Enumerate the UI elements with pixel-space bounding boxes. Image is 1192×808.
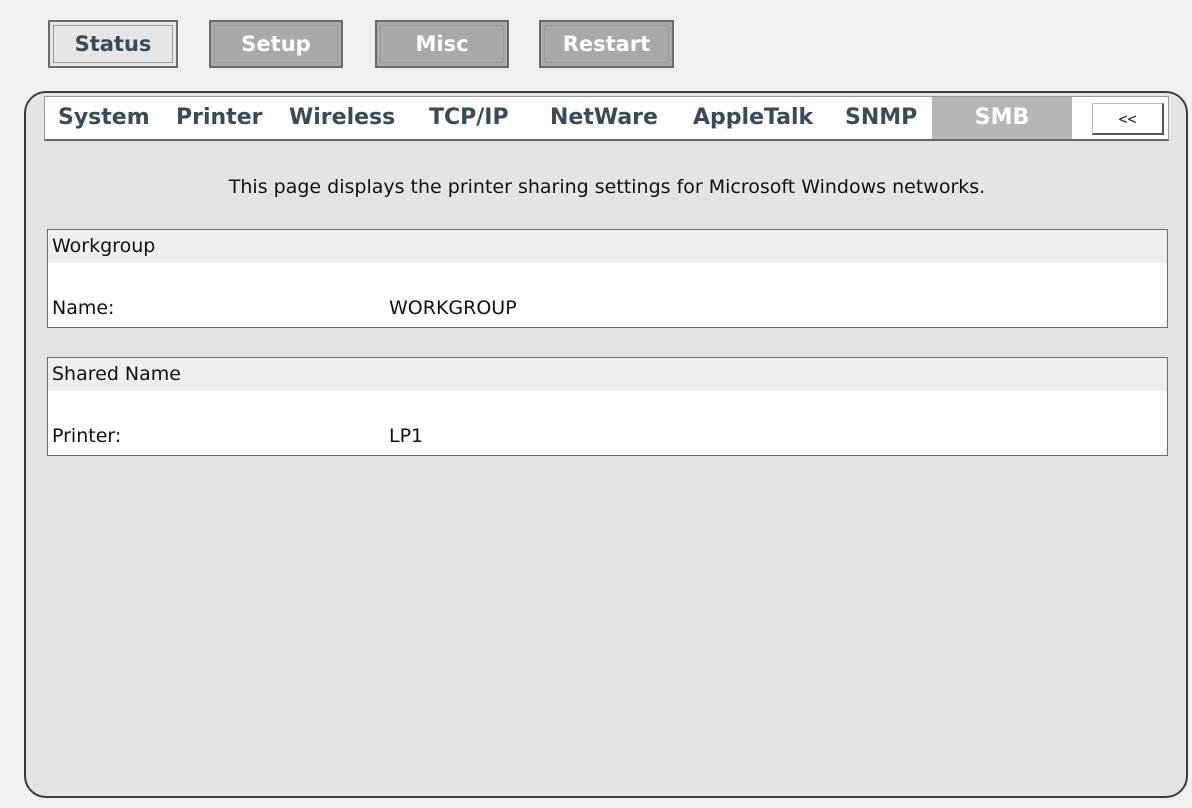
shared-name-section: Shared Name Printer: LP1	[47, 357, 1168, 456]
printer-value: LP1	[389, 425, 424, 447]
restart-button[interactable]: Restart	[539, 20, 674, 68]
page-description: This page displays the printer sharing s…	[228, 176, 986, 198]
sub-tab-bar: System Printer Wireless TCP/IP NetWare A…	[44, 96, 1169, 141]
workgroup-header: Workgroup	[48, 230, 1167, 263]
tab-snmp[interactable]: SNMP	[845, 97, 917, 139]
top-navigation: Status Setup Misc Restart	[0, 0, 1192, 80]
tab-netware[interactable]: NetWare	[550, 97, 658, 139]
tab-printer[interactable]: Printer	[176, 97, 262, 139]
misc-button[interactable]: Misc	[375, 20, 509, 68]
tab-tcpip[interactable]: TCP/IP	[429, 97, 509, 139]
status-button[interactable]: Status	[48, 20, 178, 68]
tab-smb[interactable]: SMB	[932, 97, 1072, 139]
workgroup-name-row: Name: WORKGROUP	[48, 263, 1167, 327]
name-label: Name:	[52, 297, 115, 319]
setup-button[interactable]: Setup	[209, 20, 343, 68]
tab-system[interactable]: System	[58, 97, 150, 139]
tab-appletalk[interactable]: AppleTalk	[693, 97, 813, 139]
collapse-tabs-button[interactable]: <<	[1092, 103, 1164, 135]
shared-printer-row: Printer: LP1	[48, 391, 1167, 455]
name-value: WORKGROUP	[389, 297, 517, 319]
tab-wireless[interactable]: Wireless	[289, 97, 395, 139]
shared-name-header: Shared Name	[48, 358, 1167, 391]
printer-label: Printer:	[52, 425, 122, 447]
workgroup-section: Workgroup Name: WORKGROUP	[47, 229, 1168, 328]
